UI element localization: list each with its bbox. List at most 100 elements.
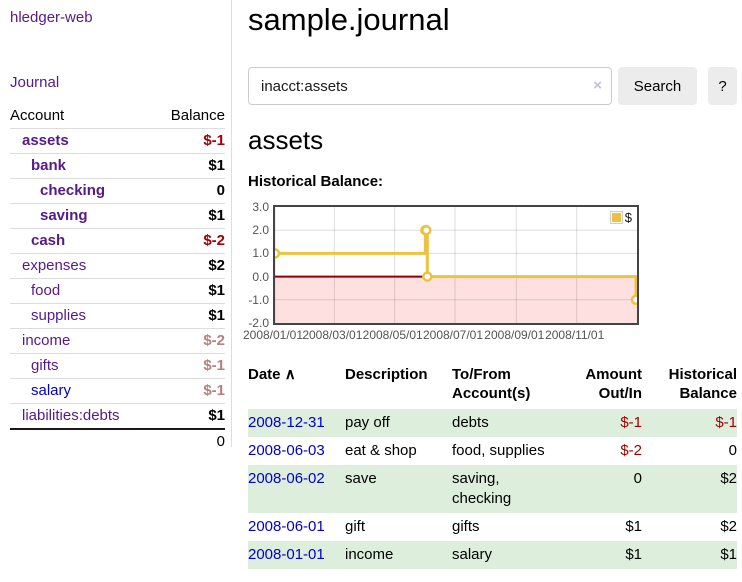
transaction-accounts: debts — [452, 409, 584, 437]
account-balance: $-1 — [154, 379, 225, 404]
y-axis-tick-label: 3.0 — [252, 201, 269, 214]
transaction-accounts: food, supplies — [452, 437, 584, 465]
transaction-date-link[interactable]: 2008-06-02 — [248, 470, 325, 487]
transaction-accounts: salary — [452, 541, 584, 569]
account-row: bank $1 — [10, 154, 225, 179]
accounts-total-value: 0 — [154, 429, 225, 454]
account-link-expenses[interactable]: expenses — [22, 257, 86, 274]
amount-column-header: AmountOut/In — [584, 363, 642, 409]
account-link-bank[interactable]: bank — [31, 157, 66, 174]
sidebar: hledger-web Journal Account Balance asse… — [0, 0, 232, 447]
clear-search-icon[interactable]: × — [593, 76, 602, 96]
account-balance: $1 — [154, 154, 225, 179]
transaction-date-link[interactable]: 2008-01-01 — [248, 546, 325, 563]
account-balance: $-1 — [154, 129, 225, 154]
balance-column-header: HistoricalBalance — [642, 363, 737, 409]
transaction-amount: $-2 — [584, 437, 642, 465]
transaction-description: income — [345, 541, 452, 569]
accounts-table: Account Balance assets $-1 bank $1 check… — [10, 104, 225, 454]
app-title-link[interactable]: hledger-web — [10, 9, 93, 26]
register-row: 2008-12-31 pay off debts $-1 $-1 — [248, 409, 737, 437]
account-balance: $1 — [154, 204, 225, 229]
transaction-balance: $2 — [642, 465, 737, 513]
transaction-date-link[interactable]: 2008-12-31 — [248, 414, 325, 431]
transaction-balance: 0 — [642, 437, 737, 465]
account-link-salary[interactable]: salary — [31, 382, 71, 399]
account-balance: $-1 — [154, 354, 225, 379]
y-axis-tick-label: 2.0 — [252, 224, 269, 237]
transaction-accounts: saving, checking — [452, 465, 584, 513]
accounts-column-header: Account — [10, 104, 154, 129]
date-header-label: Date — [248, 366, 281, 383]
account-link-supplies[interactable]: supplies — [31, 307, 86, 324]
chart-legend: $ — [608, 210, 634, 225]
account-row: supplies $1 — [10, 304, 225, 329]
x-axis-tick-label: 2008/07/01 — [423, 328, 483, 342]
register-row: 2008-06-01 gift gifts $1 $2 — [248, 513, 737, 541]
account-link-food[interactable]: food — [31, 282, 60, 299]
account-balance: $1 — [154, 279, 225, 304]
account-row: saving $1 — [10, 204, 225, 229]
chart-y-axis: 3.02.01.00.0-1.0-2.0 — [248, 207, 269, 323]
register-header-row: Date ∧ Description To/FromAccount(s) Amo… — [248, 363, 737, 409]
transaction-accounts: gifts — [452, 513, 584, 541]
legend-label: $ — [625, 211, 632, 224]
account-link-checking[interactable]: checking — [40, 182, 105, 199]
transaction-description: eat & shop — [345, 437, 452, 465]
chart-plot-area: $ — [273, 205, 639, 325]
sort-ascending-icon: ∧ — [285, 366, 296, 383]
transaction-balance: $1 — [642, 541, 737, 569]
accounts-column-header: To/FromAccount(s) — [452, 363, 584, 409]
search-input[interactable] — [248, 67, 612, 105]
description-column-header: Description — [345, 363, 452, 409]
sidebar-item-journal[interactable]: Journal — [10, 74, 59, 91]
chart-canvas — [275, 207, 637, 323]
x-axis-tick-label: 2008/09/01 — [484, 328, 544, 342]
register-table: Date ∧ Description To/FromAccount(s) Amo… — [248, 363, 737, 569]
account-heading: assets — [248, 126, 323, 154]
account-balance: $-2 — [154, 329, 225, 354]
search-button[interactable]: Search — [618, 67, 697, 105]
balance-column-header: Balance — [154, 104, 225, 129]
account-balance: $1 — [154, 304, 225, 329]
x-axis-tick-label: 2008/01/01 — [243, 328, 303, 342]
account-row: checking 0 — [10, 179, 225, 204]
transaction-date-link[interactable]: 2008-06-01 — [248, 518, 325, 535]
transaction-amount: $1 — [584, 513, 642, 541]
help-button[interactable]: ? — [708, 67, 737, 105]
register-row: 2008-06-03 eat & shop food, supplies $-2… — [248, 437, 737, 465]
transaction-balance: $-1 — [642, 409, 737, 437]
date-column-header[interactable]: Date ∧ — [248, 363, 345, 409]
account-row: liabilities:debts $1 — [10, 404, 225, 430]
account-balance: $2 — [154, 254, 225, 279]
accounts-total-row: 0 — [10, 429, 225, 454]
historical-balance-chart: 3.02.01.00.0-1.0-2.0 $ 2008/01/012008/03… — [248, 205, 668, 345]
chart-title: Historical Balance: — [248, 173, 383, 190]
transaction-description: pay off — [345, 409, 452, 437]
transaction-amount: $-1 — [584, 409, 642, 437]
account-link-income[interactable]: income — [22, 332, 70, 349]
legend-swatch-icon — [610, 211, 623, 224]
account-row: expenses $2 — [10, 254, 225, 279]
y-axis-tick-label: -1.0 — [248, 294, 269, 307]
transaction-description: save — [345, 465, 452, 513]
y-axis-tick-label: 0.0 — [252, 271, 269, 284]
account-balance: 0 — [154, 179, 225, 204]
search-form: × Search ? — [248, 67, 737, 105]
transaction-amount: 0 — [584, 465, 642, 513]
transaction-date-link[interactable]: 2008-06-03 — [248, 442, 325, 459]
account-link-saving[interactable]: saving — [40, 207, 88, 224]
account-row: income $-2 — [10, 329, 225, 354]
account-link-cash[interactable]: cash — [31, 232, 65, 249]
transaction-description: gift — [345, 513, 452, 541]
account-link-liabilities-debts[interactable]: liabilities:debts — [22, 407, 120, 424]
account-balance: $-2 — [154, 229, 225, 254]
page-title: sample.journal — [248, 1, 450, 39]
register-row: 2008-01-01 income salary $1 $1 — [248, 541, 737, 569]
account-link-assets[interactable]: assets — [22, 132, 69, 149]
account-link-gifts[interactable]: gifts — [31, 357, 59, 374]
accounts-table-header: Account Balance — [10, 104, 225, 129]
search-input-wrapper: × — [248, 67, 612, 105]
chart-x-axis: 2008/01/012008/03/012008/05/012008/07/01… — [273, 328, 635, 343]
account-row: food $1 — [10, 279, 225, 304]
